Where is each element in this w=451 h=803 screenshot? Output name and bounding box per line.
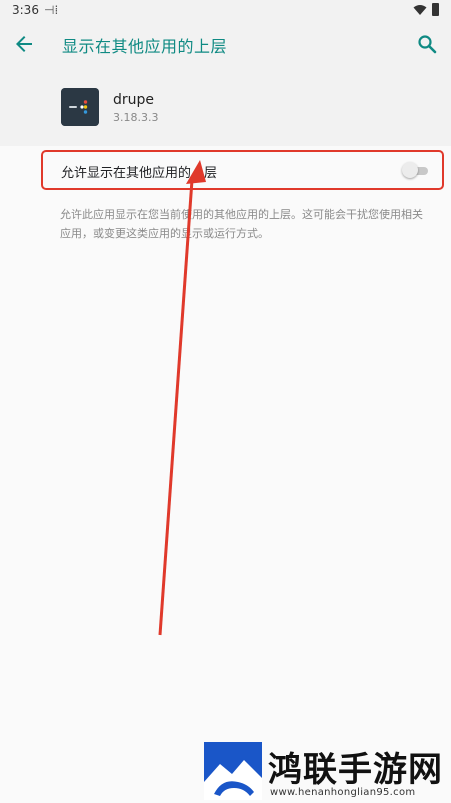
app-name: drupe (113, 92, 155, 108)
app-version: 3.18.3.3 (113, 111, 159, 124)
setting-label: 允许显示在其他应用的上层 (61, 166, 218, 181)
watermark: 鸿联手游网 www.henanhonglian95.com (204, 742, 446, 800)
watermark-logo-icon (204, 742, 262, 800)
app-bar: 显示在其他应用的上层 (0, 20, 451, 68)
notification-icon: ⊣⁞ (44, 3, 59, 17)
watermark-url: www.henanhonglian95.com (270, 787, 416, 798)
wifi-icon (413, 5, 427, 15)
overlay-permission-toggle[interactable] (402, 162, 428, 178)
back-arrow-icon[interactable] (12, 32, 36, 56)
settings-content (0, 146, 451, 803)
status-time: 3:36 (12, 3, 39, 17)
toggle-thumb (402, 162, 418, 178)
app-info-header: drupe 3.18.3.3 (0, 68, 451, 146)
drupe-app-icon (61, 88, 99, 126)
status-bar: 3:36 ⊣⁞ (0, 0, 451, 20)
watermark-title: 鸿联手游网 (268, 750, 443, 790)
search-icon[interactable] (415, 32, 439, 56)
page-title: 显示在其他应用的上层 (62, 37, 228, 56)
setting-description: 允许此应用显示在您当前使用的其他应用的上层。这可能会干扰您使用相关应用，或变更这… (60, 208, 423, 240)
battery-icon (432, 3, 439, 16)
allow-overlay-setting-row[interactable]: 允许显示在其他应用的上层 (41, 150, 444, 190)
